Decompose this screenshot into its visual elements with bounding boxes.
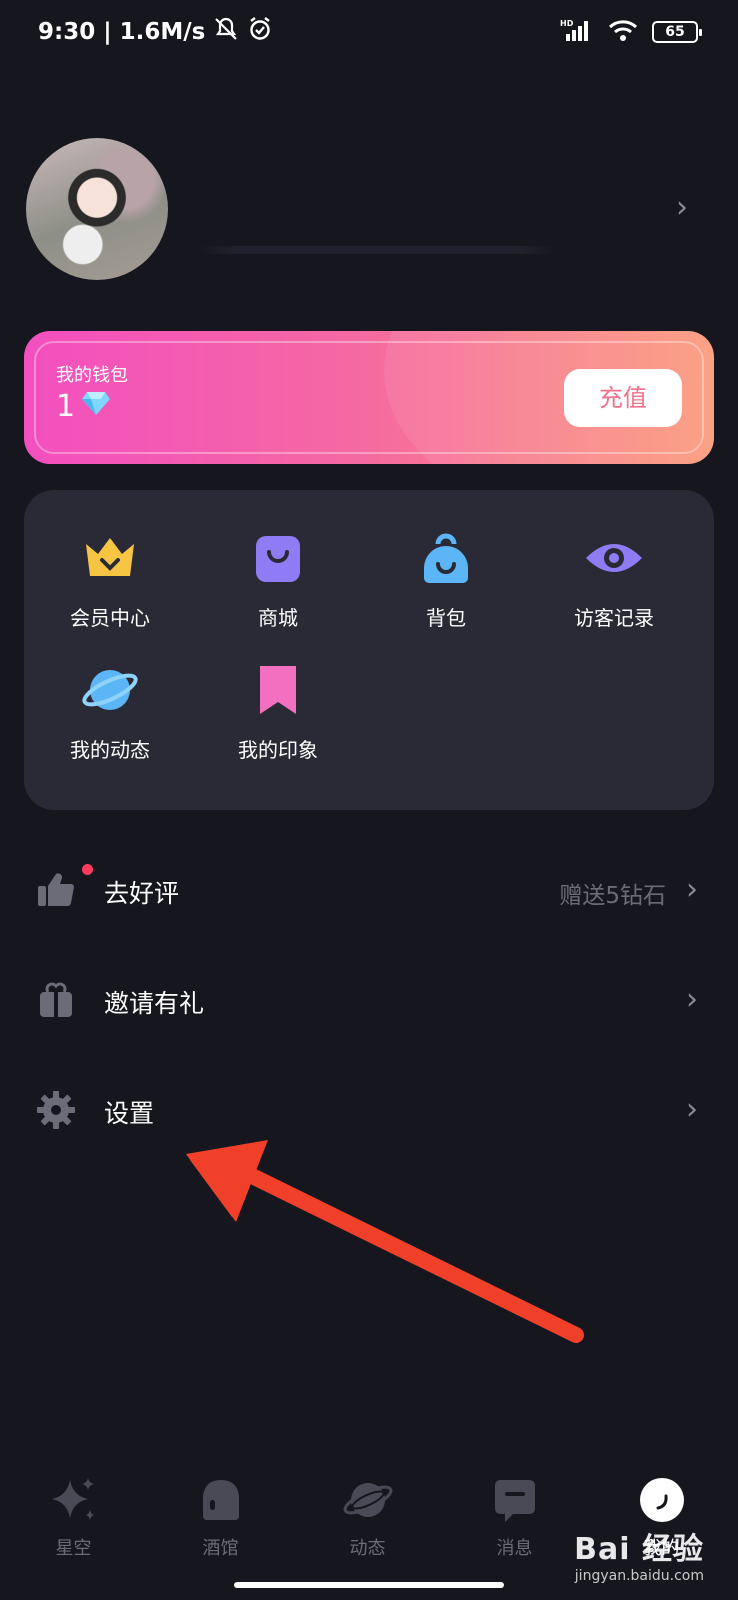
baidu-watermark: Bai 经验 jingyan.baidu.com bbox=[574, 1524, 704, 1584]
gear-icon bbox=[36, 1090, 76, 1130]
status-speed: 1.6M/s bbox=[119, 19, 206, 45]
grid-label: 会员中心 bbox=[70, 606, 150, 630]
tab-label: 酒馆 bbox=[202, 1538, 239, 1559]
mute-icon bbox=[213, 16, 239, 48]
wallet-balance: 1 bbox=[56, 389, 111, 424]
profile-icon bbox=[636, 1474, 688, 1526]
tab-label: 消息 bbox=[496, 1538, 533, 1559]
wifi-icon bbox=[608, 18, 638, 46]
avatar[interactable] bbox=[26, 138, 168, 280]
gift-icon bbox=[36, 980, 76, 1020]
grid-item-my-impressions[interactable]: 我的印象 bbox=[192, 660, 364, 763]
watermark-sub: jingyan.baidu.com bbox=[574, 1568, 704, 1584]
home-indicator[interactable] bbox=[234, 1582, 504, 1588]
backpack-icon bbox=[416, 528, 476, 588]
status-right: HD 65 bbox=[560, 18, 702, 46]
battery-icon: 65 bbox=[652, 21, 702, 43]
watermark-main: Bai 经验 bbox=[574, 1532, 704, 1567]
chevron-right-icon: › bbox=[686, 1092, 698, 1127]
grid-label: 我的印象 bbox=[238, 738, 318, 762]
grid-item-vip-center[interactable]: 会员中心 bbox=[24, 528, 196, 631]
grid-label: 背包 bbox=[426, 606, 466, 630]
list-item-settings[interactable]: 设置 › bbox=[0, 1070, 738, 1150]
status-separator: | bbox=[103, 19, 112, 45]
chevron-right-icon[interactable]: › bbox=[676, 190, 688, 225]
sparkle-icon bbox=[48, 1474, 100, 1526]
tab-label: 星空 bbox=[55, 1538, 92, 1559]
status-left: 9:30 | 1.6M/s bbox=[38, 16, 273, 48]
alarm-icon bbox=[247, 16, 273, 48]
message-icon bbox=[489, 1474, 541, 1526]
svg-text:HD: HD bbox=[560, 19, 574, 28]
tab-starry-sky[interactable]: 星空 bbox=[0, 1448, 147, 1560]
tab-moments[interactable]: 动态 bbox=[294, 1448, 441, 1560]
bookmark-icon bbox=[248, 660, 308, 720]
feature-grid: 会员中心 商城 背包 访客记录 我的动态 我的印象 bbox=[24, 490, 714, 810]
grid-item-backpack[interactable]: 背包 bbox=[360, 528, 532, 631]
list-label: 邀请有礼 bbox=[104, 989, 205, 1018]
grid-item-my-moments[interactable]: 我的动态 bbox=[24, 660, 196, 763]
notification-dot bbox=[82, 864, 93, 875]
list-extra: 赠送5钻石 bbox=[559, 883, 666, 909]
grid-item-mall[interactable]: 商城 bbox=[192, 528, 364, 631]
tavern-icon bbox=[195, 1474, 247, 1526]
signal-icon: HD bbox=[560, 18, 594, 46]
shopping-bag-icon bbox=[248, 528, 308, 588]
chevron-right-icon: › bbox=[686, 872, 698, 907]
chevron-right-icon: › bbox=[686, 982, 698, 1017]
grid-label: 商城 bbox=[258, 606, 298, 630]
wallet-amount: 1 bbox=[56, 389, 76, 424]
crown-icon bbox=[80, 528, 140, 588]
list-label: 去好评 bbox=[104, 879, 180, 908]
thumbs-up-icon bbox=[36, 870, 76, 910]
wallet-title: 我的钱包 bbox=[56, 365, 128, 386]
tab-tavern[interactable]: 酒馆 bbox=[147, 1448, 294, 1560]
tab-messages[interactable]: 消息 bbox=[441, 1448, 588, 1560]
diamond-icon bbox=[81, 389, 111, 424]
recharge-button[interactable]: 充值 bbox=[564, 369, 682, 427]
username-blurred bbox=[200, 246, 556, 254]
list-item-rate-app[interactable]: 去好评 赠送5钻石 › bbox=[0, 850, 738, 930]
grid-label: 我的动态 bbox=[70, 738, 150, 762]
status-bar: 9:30 | 1.6M/s HD 65 bbox=[0, 0, 738, 64]
planet-icon bbox=[342, 1474, 394, 1526]
list-label: 设置 bbox=[104, 1099, 155, 1128]
planet-icon bbox=[80, 660, 140, 720]
status-time: 9:30 bbox=[38, 19, 96, 45]
eye-icon bbox=[584, 528, 644, 588]
tab-label: 动态 bbox=[349, 1538, 386, 1559]
list-item-invite[interactable]: 邀请有礼 › bbox=[0, 960, 738, 1040]
grid-label: 访客记录 bbox=[574, 606, 654, 630]
wallet-card[interactable]: 我的钱包 1 充值 bbox=[24, 331, 714, 464]
grid-item-visitor-records[interactable]: 访客记录 bbox=[528, 528, 700, 631]
